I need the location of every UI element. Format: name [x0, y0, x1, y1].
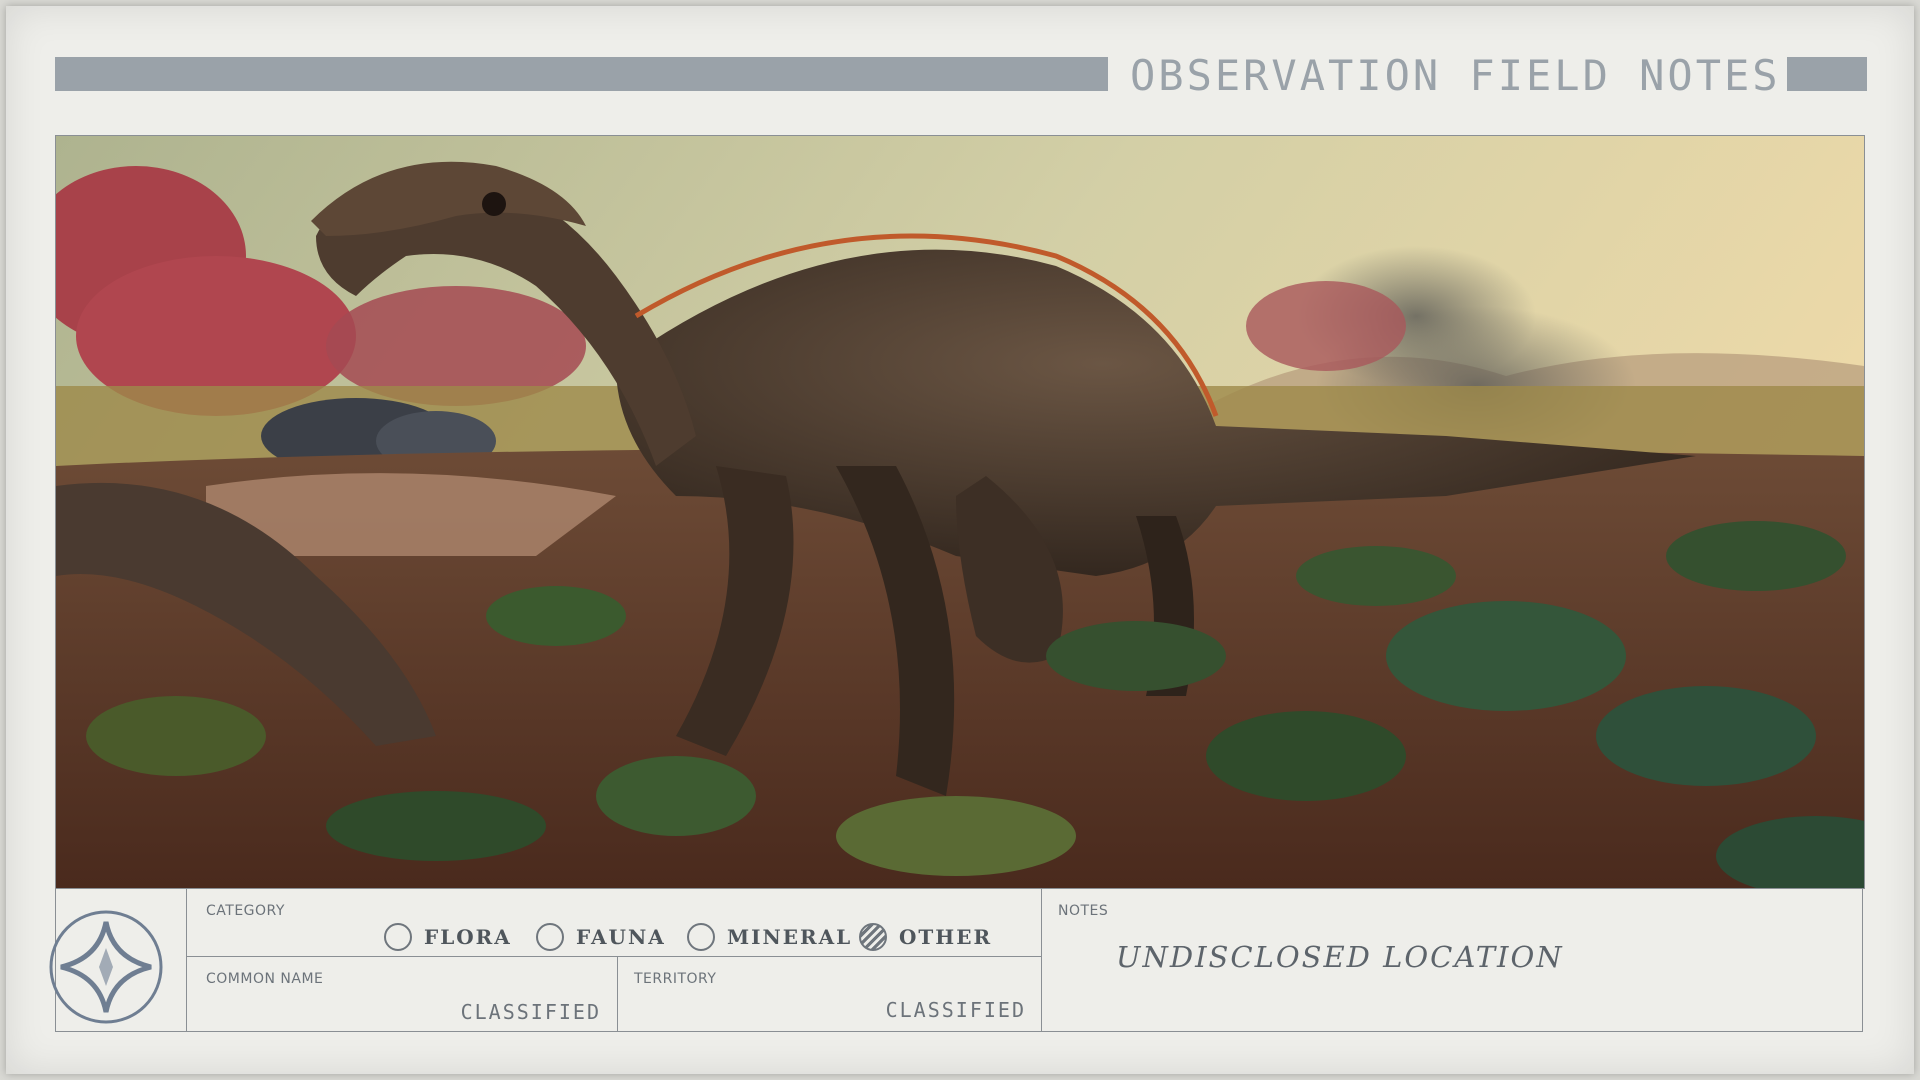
mineral-radio[interactable]: [687, 923, 715, 951]
divider-emblem: [186, 888, 187, 1032]
red-tree-right: [1246, 281, 1406, 371]
creature-photo: [55, 135, 1865, 889]
notes-value: UNDISCLOSED LOCATION: [1116, 940, 1564, 974]
divider-notes: [1041, 888, 1042, 1032]
four-point-star-emblem-icon: [49, 910, 163, 1024]
flora-radio[interactable]: [384, 923, 412, 951]
category-label: CATEGORY: [206, 903, 285, 919]
common-name-label: COMMON NAME: [206, 971, 324, 987]
category-option-other[interactable]: OTHER: [859, 920, 992, 954]
photo-scene: [56, 136, 1864, 888]
divider-category-row: [186, 956, 1041, 957]
header-bar-left: [55, 57, 1108, 91]
fauna-radio[interactable]: [536, 923, 564, 951]
fauna-label: FAUNA: [576, 925, 666, 949]
territory-label: TERRITORY: [634, 971, 717, 987]
territory-value: CLASSIFIED: [885, 998, 1026, 1022]
category-option-fauna[interactable]: FAUNA: [536, 920, 666, 954]
category-option-mineral[interactable]: MINERAL: [687, 920, 852, 954]
other-label: OTHER: [899, 925, 993, 949]
other-radio-selected[interactable]: [859, 923, 887, 951]
notes-label: NOTES: [1058, 903, 1109, 919]
field-notes-card: OBSERVATION FIELD NOTES CATEGORY FLORA F…: [6, 6, 1914, 1074]
flora-label: FLORA: [424, 925, 512, 949]
divider-name-territory: [617, 956, 618, 1032]
header-bar-right: [1787, 57, 1867, 91]
category-option-flora[interactable]: FLORA: [384, 920, 512, 954]
header-title: OBSERVATION FIELD NOTES: [1130, 51, 1781, 100]
mineral-label: MINERAL: [727, 925, 853, 949]
info-panel: CATEGORY FLORA FAUNA MINERAL OTHER COMMO…: [49, 888, 1863, 1032]
common-name-value: CLASSIFIED: [460, 1000, 601, 1024]
